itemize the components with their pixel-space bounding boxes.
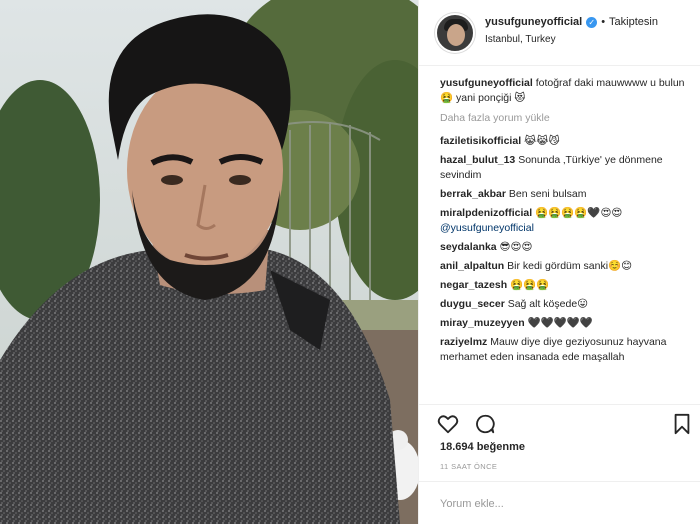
comment-mention-link[interactable]: @yusufguneyofficial (440, 222, 534, 234)
header-username[interactable]: yusufguneyofficial (485, 16, 582, 28)
avatar[interactable] (435, 13, 475, 53)
add-comment-bar (419, 481, 700, 524)
comment-text: 🤮🤮🤮 (510, 279, 550, 291)
comment-item: miralpdenizofficial 🤮🤮🤮🤮🖤😍😍 @yusufguneyo… (440, 206, 685, 236)
comment-input[interactable] (440, 495, 680, 513)
comment-item: raziyelmz Mauw diye diye geziyosunuz hay… (440, 335, 685, 365)
post-details-panel: yusufguneyofficial ✓ • Takiptesin Istanb… (418, 0, 700, 524)
comment-item: miray_muzeyyen 🖤🖤🖤🖤🖤 (440, 316, 685, 331)
comment-text: Bir kedi gördüm sanki☺️😊 (507, 260, 633, 272)
comment-item: seydalanka 😎😍😍 (440, 240, 685, 255)
comment-text: Sağ alt köşede😛 (507, 298, 589, 310)
comment-text: 🖤🖤🖤🖤🖤 (527, 317, 593, 329)
selfie-image (0, 0, 418, 524)
location-link[interactable]: Istanbul, Turkey (485, 34, 556, 45)
comment-text: Ben seni bulsam (508, 188, 587, 200)
comment-text: 😹😹😼 (524, 135, 560, 147)
header-user-row: yusufguneyofficial ✓ • Takiptesin (485, 16, 658, 28)
following-button[interactable]: Takiptesin (609, 16, 658, 28)
comment-username[interactable]: miray_muzeyyen (440, 317, 525, 329)
post-timestamp: 11 SAAT ÖNCE (440, 462, 498, 471)
caption-username[interactable]: yusufguneyofficial (440, 77, 533, 89)
comment-item: duygu_secer Sağ alt köşede😛 (440, 297, 685, 312)
comment-item: berrak_akbar Ben seni bulsam (440, 187, 685, 202)
comment-username[interactable]: raziyelmz (440, 336, 487, 348)
comment-text: 😎😍😍 (499, 241, 533, 253)
post-header: yusufguneyofficial ✓ • Takiptesin Istanb… (419, 0, 700, 66)
comment-username[interactable]: duygu_secer (440, 298, 505, 310)
comment-username[interactable]: hazal_bulut_13 (440, 154, 515, 166)
caption: yusufguneyofficial fotoğraf daki mauwwww… (440, 76, 685, 106)
comment-item: negar_tazesh 🤮🤮🤮 (440, 278, 685, 293)
comment-item: hazal_bulut_13 Sonunda ‚Türkiye' ye dönm… (440, 153, 685, 183)
comment-username[interactable]: seydalanka (440, 241, 497, 253)
load-more-comments-button[interactable]: Daha fazla yorum yükle (440, 112, 685, 124)
comment-username[interactable]: faziletisikofficial (440, 135, 521, 147)
comment-username[interactable]: berrak_akbar (440, 188, 506, 200)
comment-item: anil_alpaltun Bir kedi gördüm sanki☺️😊 (440, 259, 685, 274)
comment-text: 🤮🤮🤮🤮🖤😍😍 (535, 207, 623, 219)
heart-icon[interactable] (437, 413, 459, 435)
bookmark-icon[interactable] (671, 413, 693, 435)
verified-badge-icon: ✓ (586, 16, 598, 28)
comment-icon[interactable] (474, 413, 496, 435)
comment-username[interactable]: negar_tazesh (440, 279, 507, 291)
comment-username[interactable]: anil_alpaltun (440, 260, 504, 272)
separator-dot: • (601, 16, 606, 28)
action-bar (419, 404, 700, 440)
post-photo[interactable] (0, 0, 418, 524)
likes-count[interactable]: 18.694 beğenme (440, 441, 525, 453)
comment-item: faziletisikofficial 😹😹😼 (440, 134, 685, 149)
comment-username[interactable]: miralpdenizofficial (440, 207, 532, 219)
comments-list[interactable]: yusufguneyofficial fotoğraf daki mauwwww… (419, 66, 700, 404)
